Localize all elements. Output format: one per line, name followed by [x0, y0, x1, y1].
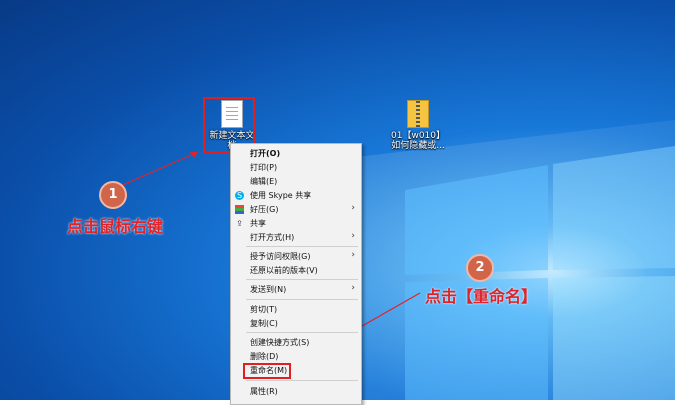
menu-item-label: 打开(O): [250, 149, 281, 158]
menu-item-skype-share[interactable]: S 使用 Skype 共享: [231, 189, 361, 202]
menu-item-label: 剪切(T): [250, 305, 278, 314]
context-menu: 打开(O) 打印(P) 编辑(E) S 使用 Skype 共享 好压(G) › …: [230, 143, 362, 405]
menu-item-cut[interactable]: 剪切(T): [231, 303, 361, 316]
windows-logo-pane-top-right: [553, 146, 675, 270]
menu-item-send-to[interactable]: 发送到(N) ›: [231, 283, 361, 296]
menu-separator: [246, 299, 358, 300]
menu-item-print[interactable]: 打印(P): [231, 161, 361, 174]
skype-icon: S: [235, 191, 244, 200]
desktop-icon-label: 01【w010】 如何隐藏或...: [391, 131, 445, 151]
step1-callout: 点击鼠标右键: [67, 217, 164, 236]
menu-item-label: 还原以前的版本(V): [250, 266, 318, 275]
menu-item-label: 发送到(N): [250, 285, 287, 294]
menu-item-properties[interactable]: 属性(R): [231, 385, 361, 398]
menu-item-label: 授予访问权限(G): [250, 252, 311, 261]
menu-item-label: 好压(G): [250, 205, 279, 214]
menu-item-haozip[interactable]: 好压(G) ›: [231, 203, 361, 216]
menu-item-copy[interactable]: 复制(C): [231, 317, 361, 330]
archive-icon: [407, 100, 429, 128]
menu-item-label: 编辑(E): [250, 177, 278, 186]
menu-item-label: 删除(D): [250, 352, 279, 361]
menu-item-label: 共享: [250, 219, 266, 228]
share-icon: ⇪: [236, 219, 243, 228]
haozip-icon: [235, 205, 244, 214]
windows-logo-pane-bottom-right: [553, 276, 675, 400]
menu-item-restore-versions[interactable]: 还原以前的版本(V): [231, 264, 361, 277]
menu-item-label: 打印(P): [250, 163, 278, 172]
step2-callout: 点击【重命名】: [425, 287, 538, 306]
menu-item-create-shortcut[interactable]: 创建快捷方式(S): [231, 336, 361, 349]
menu-item-edit[interactable]: 编辑(E): [231, 175, 361, 188]
menu-item-label: 复制(C): [250, 319, 278, 328]
menu-item-label: 使用 Skype 共享: [250, 191, 312, 200]
menu-item-grant-access[interactable]: 授予访问权限(G) ›: [231, 250, 361, 263]
menu-separator: [246, 279, 358, 280]
menu-separator: [246, 332, 358, 333]
menu-item-open-with[interactable]: 打开方式(H) ›: [231, 231, 361, 244]
menu-separator: [246, 380, 358, 381]
submenu-arrow-icon: ›: [351, 250, 355, 260]
menu-item-label: 创建快捷方式(S): [250, 338, 310, 347]
submenu-arrow-icon: ›: [351, 203, 355, 213]
menu-item-label: 属性(R): [250, 387, 278, 396]
submenu-arrow-icon: ›: [351, 231, 355, 241]
menu-separator: [246, 246, 358, 247]
desktop-icon-archive[interactable]: 01【w010】 如何隐藏或...: [388, 98, 448, 151]
menu-item-open[interactable]: 打开(O): [231, 147, 361, 160]
step1-badge: 1: [99, 181, 127, 209]
menu-item-label: 打开方式(H): [250, 233, 295, 242]
step2-badge: 2: [466, 254, 494, 282]
highlight-rename: [243, 363, 291, 379]
menu-item-delete[interactable]: 删除(D): [231, 350, 361, 363]
submenu-arrow-icon: ›: [351, 283, 355, 293]
menu-item-share[interactable]: ⇪ 共享: [231, 217, 361, 230]
